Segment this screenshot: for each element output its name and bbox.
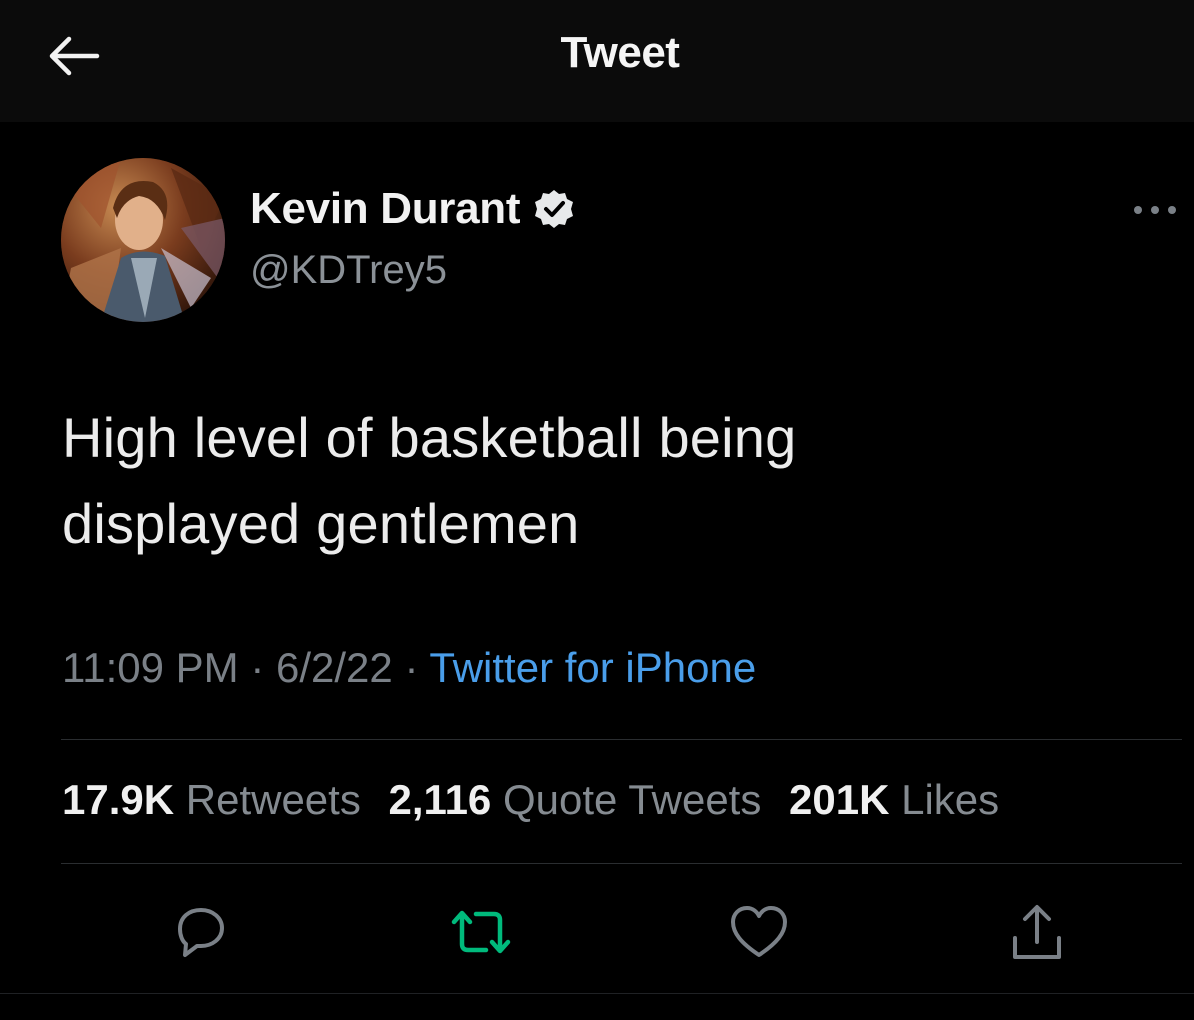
tweet-meta: 11:09 PM · 6/2/22 · Twitter for iPhone [62, 644, 756, 692]
tweet-text: High level of basketball being displayed… [62, 395, 1162, 567]
share-button[interactable] [1002, 896, 1072, 968]
tweet-text-line: High level of basketball being [62, 406, 797, 469]
author-display-name: Kevin Durant [250, 184, 521, 233]
verified-badge-icon [532, 187, 576, 231]
avatar-image [61, 158, 225, 322]
likes-stat[interactable]: 201K Likes [789, 776, 999, 824]
quote-tweets-count: 2,116 [388, 776, 492, 823]
quote-tweets-stat[interactable]: 2,116 Quote Tweets [389, 776, 762, 824]
tweet-date[interactable]: 6/2/22 [276, 644, 393, 691]
separator: · [250, 644, 265, 691]
reply-icon [178, 908, 224, 957]
avatar[interactable] [61, 158, 225, 322]
divider [61, 739, 1182, 740]
reply-button[interactable] [166, 896, 236, 968]
bottom-divider [0, 993, 1194, 994]
author-handle[interactable]: @KDTrey5 [250, 248, 447, 293]
page-title: Tweet [560, 28, 680, 77]
tweet-text-line: displayed gentlemen [62, 492, 580, 555]
heart-icon [731, 906, 787, 957]
tweet-time[interactable]: 11:09 PM [62, 644, 239, 691]
retweets-label: Retweets [185, 776, 361, 823]
tweet-stats: 17.9K Retweets 2,116 Quote Tweets 201K L… [62, 776, 1015, 824]
author-name-row[interactable]: Kevin Durant [250, 184, 576, 234]
separator: · [404, 644, 419, 691]
tweet-source-link[interactable]: Twitter for iPhone [429, 644, 756, 691]
likes-label: Likes [901, 776, 1000, 823]
retweets-count: 17.9K [62, 776, 175, 823]
like-button[interactable] [724, 896, 794, 968]
top-bar: Tweet [0, 0, 1194, 122]
quote-tweets-label: Quote Tweets [502, 776, 762, 823]
share-icon [1013, 905, 1061, 959]
divider [61, 863, 1182, 864]
retweet-icon [451, 910, 511, 954]
retweets-stat[interactable]: 17.9K Retweets [62, 776, 361, 824]
more-options-button[interactable] [1128, 190, 1182, 230]
likes-count: 201K [789, 776, 890, 823]
retweet-button[interactable] [446, 896, 516, 968]
more-horizontal-icon [1134, 206, 1176, 214]
